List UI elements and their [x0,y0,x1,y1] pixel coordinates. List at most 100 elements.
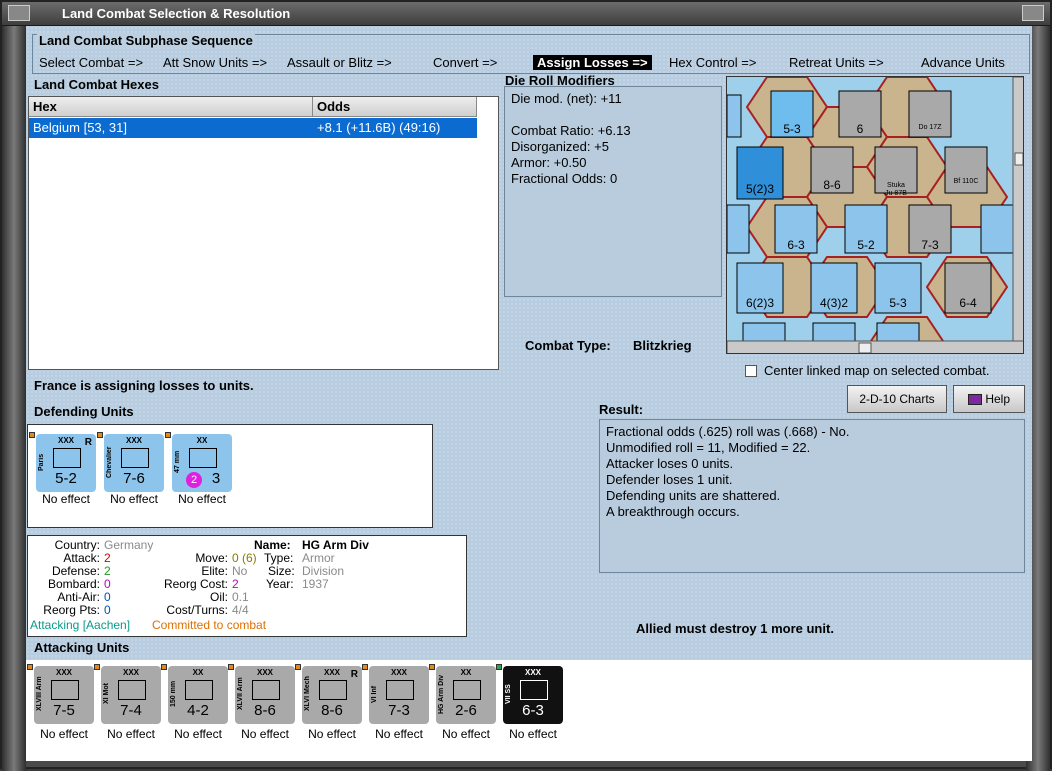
unit-name: 47 mm [174,450,181,474]
map-aircraft-label: Do 17Z [919,124,943,131]
combat-window: Land Combat Selection & Resolution Land … [0,0,1052,771]
result-line: Attacker loses 0 units. [606,456,734,471]
attacking-unit[interactable]: XXX VII SS 6-3 [503,666,563,724]
oil-label: Oil: [210,590,228,604]
country-value: Germany [104,538,154,552]
table-row[interactable]: Belgium [53, 31] +8.1 (+11.6B) (49:16) [29,118,477,138]
attacking-status: Attacking [Aachen] [30,618,131,632]
unit-marker [27,664,33,670]
attacking-unit[interactable]: XXX R XLVI Mech 8-6 [302,666,362,724]
result-line: A breakthrough occurs. [606,504,740,519]
unit-marker [228,664,234,670]
attacking-unit[interactable]: XXX XI Mot 7-4 [101,666,161,724]
map-hscroll[interactable] [727,340,1024,354]
help-book-icon [967,394,982,406]
unit-marker [429,664,435,670]
map-counter-label: 4(3)2 [820,296,848,310]
unit-effect: No effect [110,492,158,506]
antitank-symbol-icon [189,448,217,468]
unit-marker [94,664,100,670]
center-map-checkbox[interactable] [745,365,757,377]
unit-symbol-icon [386,680,414,700]
subphase-sequence: Land Combat Subphase Sequence Select Com… [32,33,1030,74]
map-counter-label: 6 [857,122,864,136]
attacking-unit[interactable]: XX 150 mm 4-2 [168,666,228,724]
unit-info-panel: Country: Germany Attack: 2 Defense: 2 Bo… [27,535,467,637]
die-mod-line: Combat Ratio: +6.13 [511,123,631,138]
unit-strength: 7-5 [53,702,75,719]
step-assault-blitz[interactable]: Assault or Blitz => [287,55,392,70]
die-mod-line: Disorganized: +5 [511,139,609,154]
combat-hexes-table[interactable]: Hex Odds Belgium [53, 31] +8.1 (+11.6B) … [28,96,499,370]
defending-label: Defending Units [34,404,134,419]
year-label: Year: [266,577,294,591]
map-hscroll-thumb[interactable] [858,342,872,353]
unit-strength: 8-6 [321,702,343,719]
unit-symbol-icon [53,448,81,468]
charts-button[interactable]: 2-D-10 Charts [847,385,947,413]
linked-map[interactable]: 5-3 6 5(2)3 8-6 6-3 5-2 7-3 6(2)3 4(3)2 … [726,76,1024,354]
subphase-title: Land Combat Subphase Sequence [37,33,255,48]
move-label: Move: [195,551,228,565]
reorg-pts-label: Reorg Pts: [43,603,100,617]
unit-strength: 6-3 [522,702,544,719]
unit-effect: No effect [178,492,226,506]
attacking-unit[interactable]: XXX XLVII Arm 8-6 [235,666,295,724]
type-value: Armor [302,551,335,565]
unit-r-flag: R [350,669,358,680]
window-menu-icon[interactable] [8,5,30,21]
map-counter-label: 5-3 [783,122,801,136]
step-retreat-units[interactable]: Retreat Units => [789,55,884,70]
map-counter-label: 5-2 [857,238,875,252]
step-convert[interactable]: Convert => [433,55,497,70]
attacking-units-panel: XXX XLVIII Arm 7-5 No effect XXX XI Mot 7-4 No … [26,660,1032,761]
unit-effect: No effect [509,727,557,741]
unit-strength: 2-6 [455,702,477,719]
odds-cell: +8.1 (+11.6B) (49:16) [317,120,441,135]
move-value: 0 (6) [232,551,257,565]
cost-turns-value: 4/4 [232,603,249,617]
die-mod-line: Armor: +0.50 [511,155,587,170]
attacking-unit[interactable]: XXX XLVIII Arm 7-5 [34,666,94,724]
cost-turns-label: Cost/Turns: [166,603,228,617]
unit-effect: No effect [442,727,490,741]
reorg-cost-value: 2 [232,577,239,591]
map-vscroll-thumb[interactable] [1014,152,1023,166]
unit-effect: No effect [375,727,423,741]
committed-status: Committed to combat [152,618,267,632]
step-assign-losses[interactable]: Assign Losses => [533,55,652,70]
size-value: Division [302,564,345,578]
map-counter-label: 6-4 [959,296,977,310]
unit-strength: 7-3 [388,702,410,719]
map-aircraft-label: Bf 110C [954,178,979,185]
step-att-snow[interactable]: Att Snow Units => [163,55,267,70]
defending-unit[interactable]: XXX R Paris 5-2 [36,434,96,492]
armor-symbol-icon [121,448,149,468]
attacking-unit[interactable]: XXX VI Inf 7-3 [369,666,429,724]
result-line: Defending units are shattered. [606,488,781,503]
unit-symbol-icon [118,680,146,700]
help-label: Help [985,392,1011,406]
col-hex-header[interactable]: Hex [29,97,313,117]
defending-unit[interactable]: XXX Chevalier 7-6 [104,434,164,492]
close-icon[interactable] [1022,5,1044,21]
unit-r-flag: R [84,437,92,448]
unit-effect: No effect [308,727,356,741]
step-advance-units[interactable]: Advance Units [921,55,1005,70]
assigning-status: France is assigning losses to units. [34,378,254,393]
step-hex-control[interactable]: Hex Control => [669,55,756,70]
map-canvas[interactable]: 5-3 6 5(2)3 8-6 6-3 5-2 7-3 6(2)3 4(3)2 … [727,77,1024,354]
help-button[interactable]: Help [953,385,1025,413]
die-mod-line: Fractional Odds: 0 [511,171,618,186]
map-vscroll[interactable] [1012,77,1024,342]
step-select-combat[interactable]: Select Combat => [39,55,143,70]
defending-unit[interactable]: XX 47 mm 2 3 [172,434,232,492]
map-counter-label: 7-3 [921,238,939,252]
center-map-label[interactable]: Center linked map on selected combat. [764,363,989,378]
bombard-label: Bombard: [47,577,100,591]
col-odds-header[interactable]: Odds [313,97,477,117]
attacking-unit[interactable]: XX HG Arm Div 2-6 [436,666,496,724]
unit-effect: No effect [107,727,155,741]
country-label: Country: [54,538,100,552]
reorg-pts-value: 0 [104,603,111,617]
